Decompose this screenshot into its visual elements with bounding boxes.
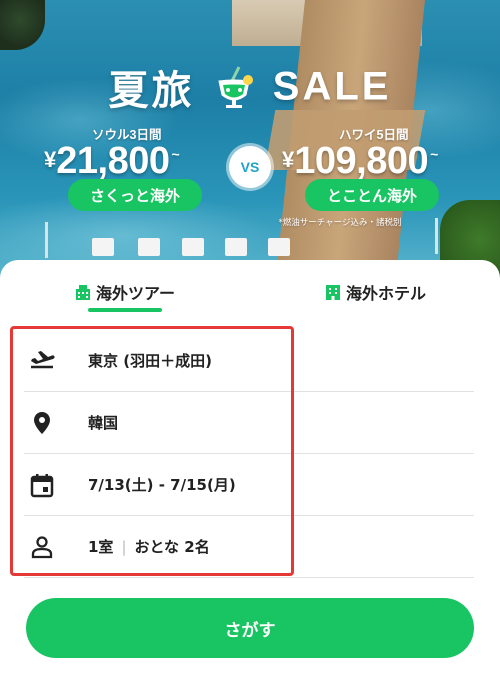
- price-suffix: ~: [171, 146, 180, 162]
- currency-symbol: ¥: [282, 147, 295, 172]
- sale-title: 夏旅 SALE: [0, 58, 500, 116]
- right-cta-pill[interactable]: とことん海外: [305, 179, 439, 211]
- tab-bar: 海外ツアー 海外ホテル: [0, 270, 500, 316]
- tab-label: 海外ツアー: [96, 284, 176, 303]
- hotel-building-icon: [326, 285, 340, 300]
- tab-overseas-hotel[interactable]: 海外ホテル: [324, 280, 426, 304]
- right-price-value: 109,800: [294, 140, 429, 182]
- right-price: ¥109,800 ~: [282, 140, 438, 183]
- surcharge-note: *燃油サーチャージ込み・諸税別: [278, 218, 402, 228]
- left-cta-pill[interactable]: さくっと海外: [68, 179, 202, 211]
- highlight-box: [10, 326, 294, 576]
- vs-badge: VS: [229, 146, 271, 188]
- lounger: [92, 238, 114, 256]
- price-suffix: ~: [430, 146, 439, 162]
- currency-symbol: ¥: [44, 147, 57, 172]
- tropical-drink-icon: [218, 66, 253, 108]
- sale-title-right: SALE: [272, 64, 392, 109]
- tab-label: 海外ホテル: [346, 284, 427, 303]
- tour-building-icon: [76, 285, 90, 300]
- search-button[interactable]: さがす: [26, 598, 474, 658]
- tab-overseas-tour[interactable]: 海外ツアー: [74, 280, 175, 304]
- left-price: ¥21,800 ~: [44, 140, 180, 183]
- sale-title-left: 夏旅: [108, 69, 195, 113]
- lounger: [182, 238, 204, 256]
- promo-banner[interactable]: 夏旅 SALE ソウル3日間 ¥21,800 ~ VS ハワイ5日間 ¥109,8…: [0, 0, 500, 285]
- lounger: [225, 238, 247, 256]
- lounger: [138, 238, 160, 256]
- active-tab-indicator: [88, 308, 162, 312]
- left-price-value: 21,800: [56, 140, 170, 182]
- lounger: [268, 238, 290, 256]
